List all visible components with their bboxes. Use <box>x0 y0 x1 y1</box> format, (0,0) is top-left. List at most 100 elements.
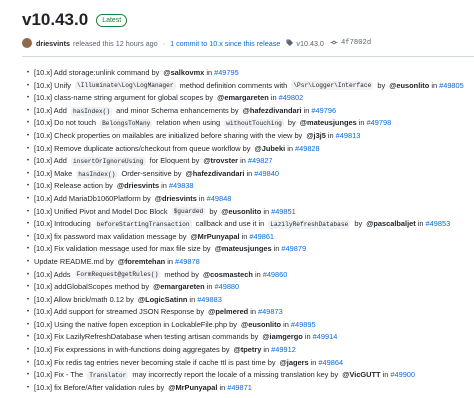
change-item: • [10.x] fix password max validation mess… <box>22 231 474 244</box>
contributor-link[interactable]: @emargareten <box>217 92 269 105</box>
change-text: by <box>207 206 220 216</box>
pull-request-link[interactable]: #49838 <box>169 180 194 193</box>
change-text: [10.x] Add MariaDb1060Platform by <box>34 193 153 203</box>
contributor-link[interactable]: @iamgergo <box>262 331 302 344</box>
contributor-link[interactable]: @hafezdivandari <box>185 168 244 181</box>
contributor-link[interactable]: @eusonlito <box>241 319 281 332</box>
author-link[interactable]: driesvints <box>36 39 70 48</box>
in-text: in <box>244 168 253 178</box>
pull-request-link[interactable]: #49864 <box>318 357 343 370</box>
pull-request-link[interactable]: #49853 <box>426 218 451 231</box>
contributor-link[interactable]: @trovster <box>203 155 238 168</box>
contributor-link[interactable]: @tpetry <box>234 344 262 357</box>
contributor-link[interactable]: @j3j5 <box>306 130 326 143</box>
contributor-link[interactable]: @LogicSatinn <box>138 294 188 307</box>
pull-request-link[interactable]: #49802 <box>279 92 304 105</box>
in-text: in <box>271 244 280 254</box>
contributor-link[interactable]: @foremtehan <box>118 256 165 269</box>
pull-request-link[interactable]: #49848 <box>207 193 232 206</box>
pull-request-link[interactable]: #49861 <box>249 231 274 244</box>
contributor-link[interactable]: @driesvints <box>117 180 159 193</box>
contributor-link[interactable]: @MrPunyapal <box>168 382 217 395</box>
pull-request-link[interactable]: #49912 <box>271 344 296 357</box>
contributor-link[interactable]: @mateusjunges <box>300 117 357 130</box>
commit-icon <box>330 39 338 48</box>
pull-request-link[interactable]: #49880 <box>214 281 239 294</box>
pull-request-link[interactable]: #49805 <box>439 80 464 93</box>
pull-request-link[interactable]: #49900 <box>390 369 415 382</box>
commit-hash-link[interactable]: 4f7802d <box>341 39 371 47</box>
contributor-link[interactable]: @driesvints <box>155 193 197 206</box>
contributor-link[interactable]: @Jubeki <box>255 143 286 156</box>
tag-link[interactable]: v10.43.0 <box>296 39 324 48</box>
code-snippet: $guarded <box>171 207 206 217</box>
bullet-icon: • <box>26 107 30 114</box>
pull-request-link[interactable]: #49883 <box>197 294 222 307</box>
pull-request-link[interactable]: #49795 <box>214 67 239 80</box>
change-item: • [10.x] Fix redis tag entries never beco… <box>22 357 474 370</box>
in-text: in <box>196 193 205 203</box>
in-text: in <box>380 370 389 380</box>
pull-request-link[interactable]: #49873 <box>258 306 283 319</box>
pull-request-link[interactable]: #49851 <box>271 206 296 219</box>
change-text: for Eloquent by <box>147 156 202 166</box>
pull-request-link[interactable]: #49828 <box>295 143 320 156</box>
change-item: • [10.x] Check properties on mailables ar… <box>22 130 474 143</box>
bullet-icon: • <box>26 271 30 278</box>
pull-request-link[interactable]: #49879 <box>281 243 306 256</box>
contributor-link[interactable]: @MrPunyapal <box>190 231 239 244</box>
change-item: • [10.x] Using the native fopen exception… <box>22 319 474 332</box>
bullet-icon: • <box>26 284 30 291</box>
pull-request-link[interactable]: #49813 <box>336 130 361 143</box>
change-text: [10.x] Fix validation message used for m… <box>34 244 213 254</box>
contributor-link[interactable]: @emargareten <box>153 281 205 294</box>
avatar[interactable] <box>22 38 32 48</box>
commits-since-link[interactable]: 1 commit to 10.x since this release <box>170 39 280 48</box>
pull-request-link[interactable]: #49860 <box>263 269 288 282</box>
contributor-link[interactable]: @VicGUTT <box>342 369 380 382</box>
change-text: [10.x] Fix LazilyRefreshDatabase when te… <box>34 332 261 342</box>
contributor-link[interactable]: @eusonlito <box>221 206 261 219</box>
pull-request-link[interactable]: #49827 <box>248 155 273 168</box>
in-text: in <box>248 307 257 317</box>
bullet-icon: • <box>26 321 30 328</box>
in-text: in <box>301 105 310 115</box>
code-snippet: LazilyRefreshDatabase <box>268 219 351 229</box>
in-text: in <box>325 130 334 140</box>
contributor-link[interactable]: @pascalbaljet <box>366 218 416 231</box>
change-item: • [10.x] Remove duplicate actions/checkou… <box>22 143 474 156</box>
pull-request-link[interactable]: #49840 <box>254 168 279 181</box>
code-snippet: \Illuminate\Log\LogManager <box>75 81 176 91</box>
contributor-link[interactable]: @hafezdivandari <box>243 105 302 118</box>
change-text: [10.x] Fix redis tag entries never becom… <box>34 357 278 367</box>
change-text: may incorrectly report the locale of a m… <box>130 370 341 380</box>
contributor-link[interactable]: @mateusjunges <box>215 243 272 256</box>
in-text: in <box>239 231 248 241</box>
change-item: • [10.x] Add MariaDb1060Platform by @drie… <box>22 193 474 206</box>
bullet-icon: • <box>26 145 30 152</box>
change-item: • [10.x] Add hasIndex() and minor Schema … <box>22 105 474 118</box>
in-text: in <box>261 206 270 216</box>
in-text: in <box>261 345 270 355</box>
in-text: in <box>204 68 213 77</box>
change-item: • [10.x] Unify \Illuminate\Log\LogManager… <box>22 80 474 93</box>
pull-request-link[interactable]: #49878 <box>175 256 200 269</box>
release-title[interactable]: v10.43.0 <box>22 10 88 30</box>
changes-list: • [10.x] Add storage:unlink command by @s… <box>22 67 474 394</box>
contributor-link[interactable]: @jagers <box>280 357 309 370</box>
contributor-link[interactable]: @cosmastech <box>203 269 253 282</box>
contributor-link[interactable]: @salkovmx <box>163 67 204 80</box>
change-item: • Update README.md by @foremtehan in #4987… <box>22 256 474 269</box>
bullet-icon: • <box>26 208 30 215</box>
pull-request-link[interactable]: #49871 <box>227 382 252 395</box>
change-text: Order-sensitive by <box>119 168 184 178</box>
contributor-link[interactable]: @eusonlito <box>389 80 429 93</box>
change-text: [10.x] addGlobalScopes method by <box>34 282 152 292</box>
pull-request-link[interactable]: #49796 <box>311 105 336 118</box>
change-text: [10.x] Add <box>34 156 69 166</box>
contributor-link[interactable]: @pelmered <box>208 306 248 319</box>
code-snippet: hasIndex() <box>76 169 118 179</box>
pull-request-link[interactable]: #49914 <box>313 331 338 344</box>
pull-request-link[interactable]: #49798 <box>367 117 392 130</box>
pull-request-link[interactable]: #49895 <box>291 319 316 332</box>
